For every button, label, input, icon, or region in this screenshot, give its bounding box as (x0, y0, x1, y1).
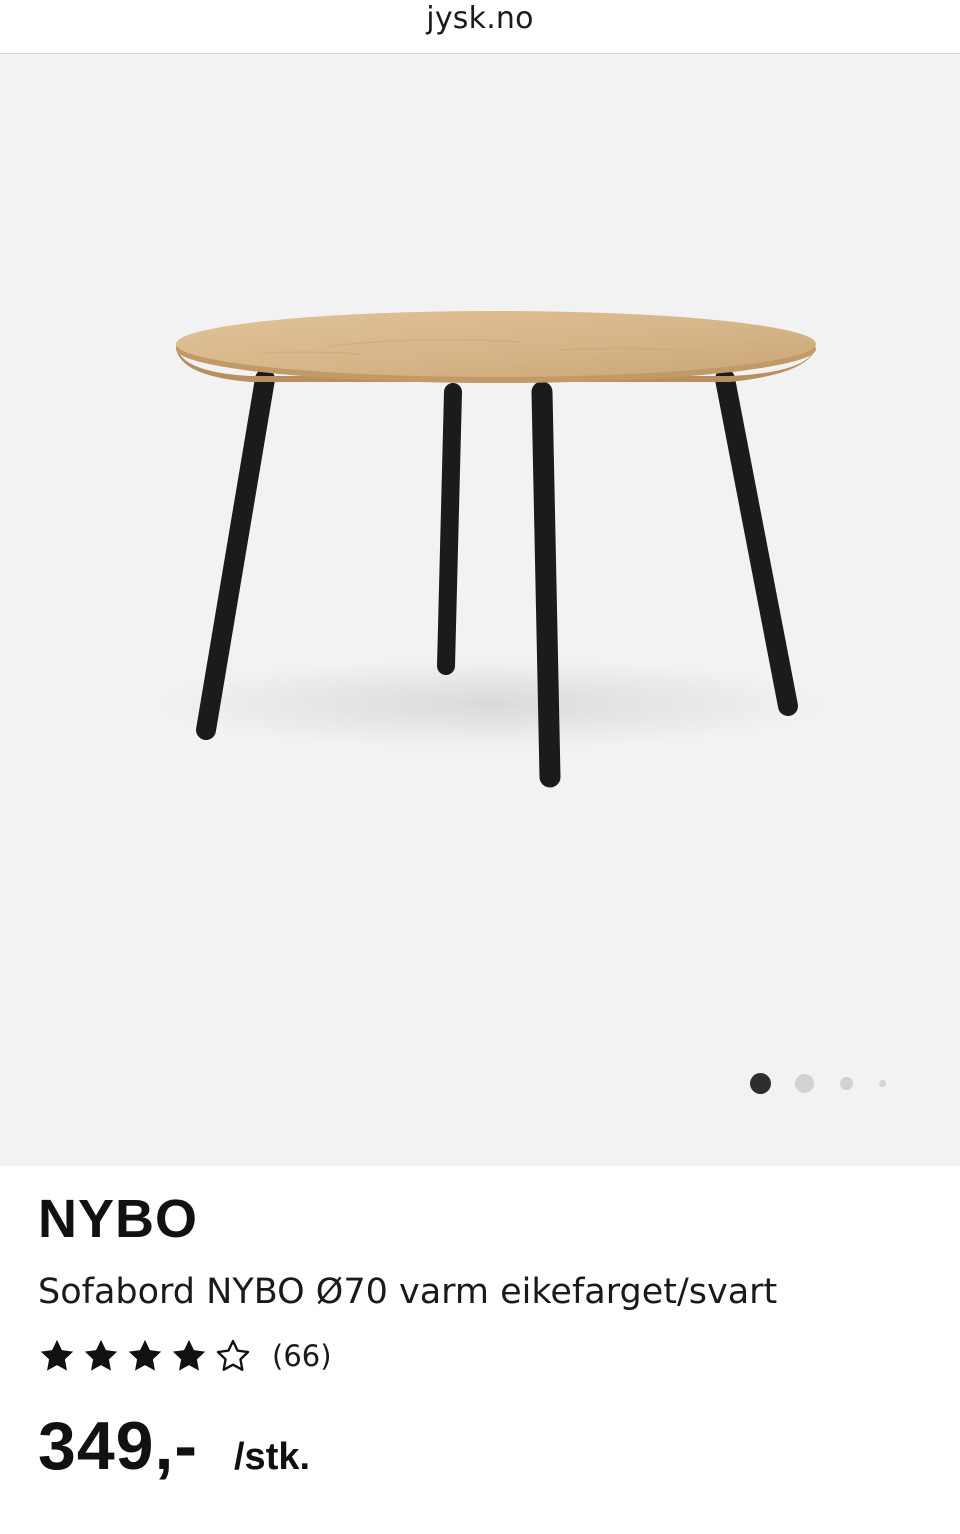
gallery-dot[interactable] (795, 1074, 814, 1093)
star-filled-icon (128, 1339, 162, 1371)
tabletop (176, 311, 816, 377)
price-row: 349,- /stk. (38, 1406, 310, 1486)
star-filled-icon (172, 1339, 206, 1371)
url-text[interactable]: jysk.no (426, 2, 533, 36)
price-unit: /stk. (234, 1436, 311, 1478)
product-price: 349,- (38, 1408, 198, 1484)
floor-shadow (150, 659, 830, 749)
star-empty-icon (216, 1339, 250, 1371)
product-image-gallery[interactable] (0, 54, 960, 1166)
review-count[interactable]: (66) (272, 1339, 332, 1373)
rating-stars (38, 1337, 258, 1375)
gallery-pagination[interactable] (740, 1069, 900, 1099)
table-leg-back-right (715, 369, 798, 716)
star-filled-icon (40, 1339, 74, 1371)
product-brand: NYBO (38, 1189, 199, 1249)
product-rating[interactable]: (66) (38, 1334, 332, 1378)
product-image[interactable] (0, 54, 960, 1166)
product-title: Sofabord NYBO Ø70 varm eikefarget/svart (38, 1272, 778, 1312)
table-leg-front-right (531, 381, 561, 788)
star-filled-icon (84, 1339, 118, 1371)
table-leg-back-left (437, 383, 462, 675)
gallery-dot[interactable] (840, 1077, 853, 1090)
browser-url-bar[interactable]: jysk.no (0, 0, 960, 54)
gallery-dot[interactable] (879, 1080, 886, 1087)
product-info: NYBO Sofabord NYBO Ø70 varm eikefarget/s… (0, 1166, 960, 1534)
gallery-dot-active[interactable] (750, 1073, 771, 1094)
